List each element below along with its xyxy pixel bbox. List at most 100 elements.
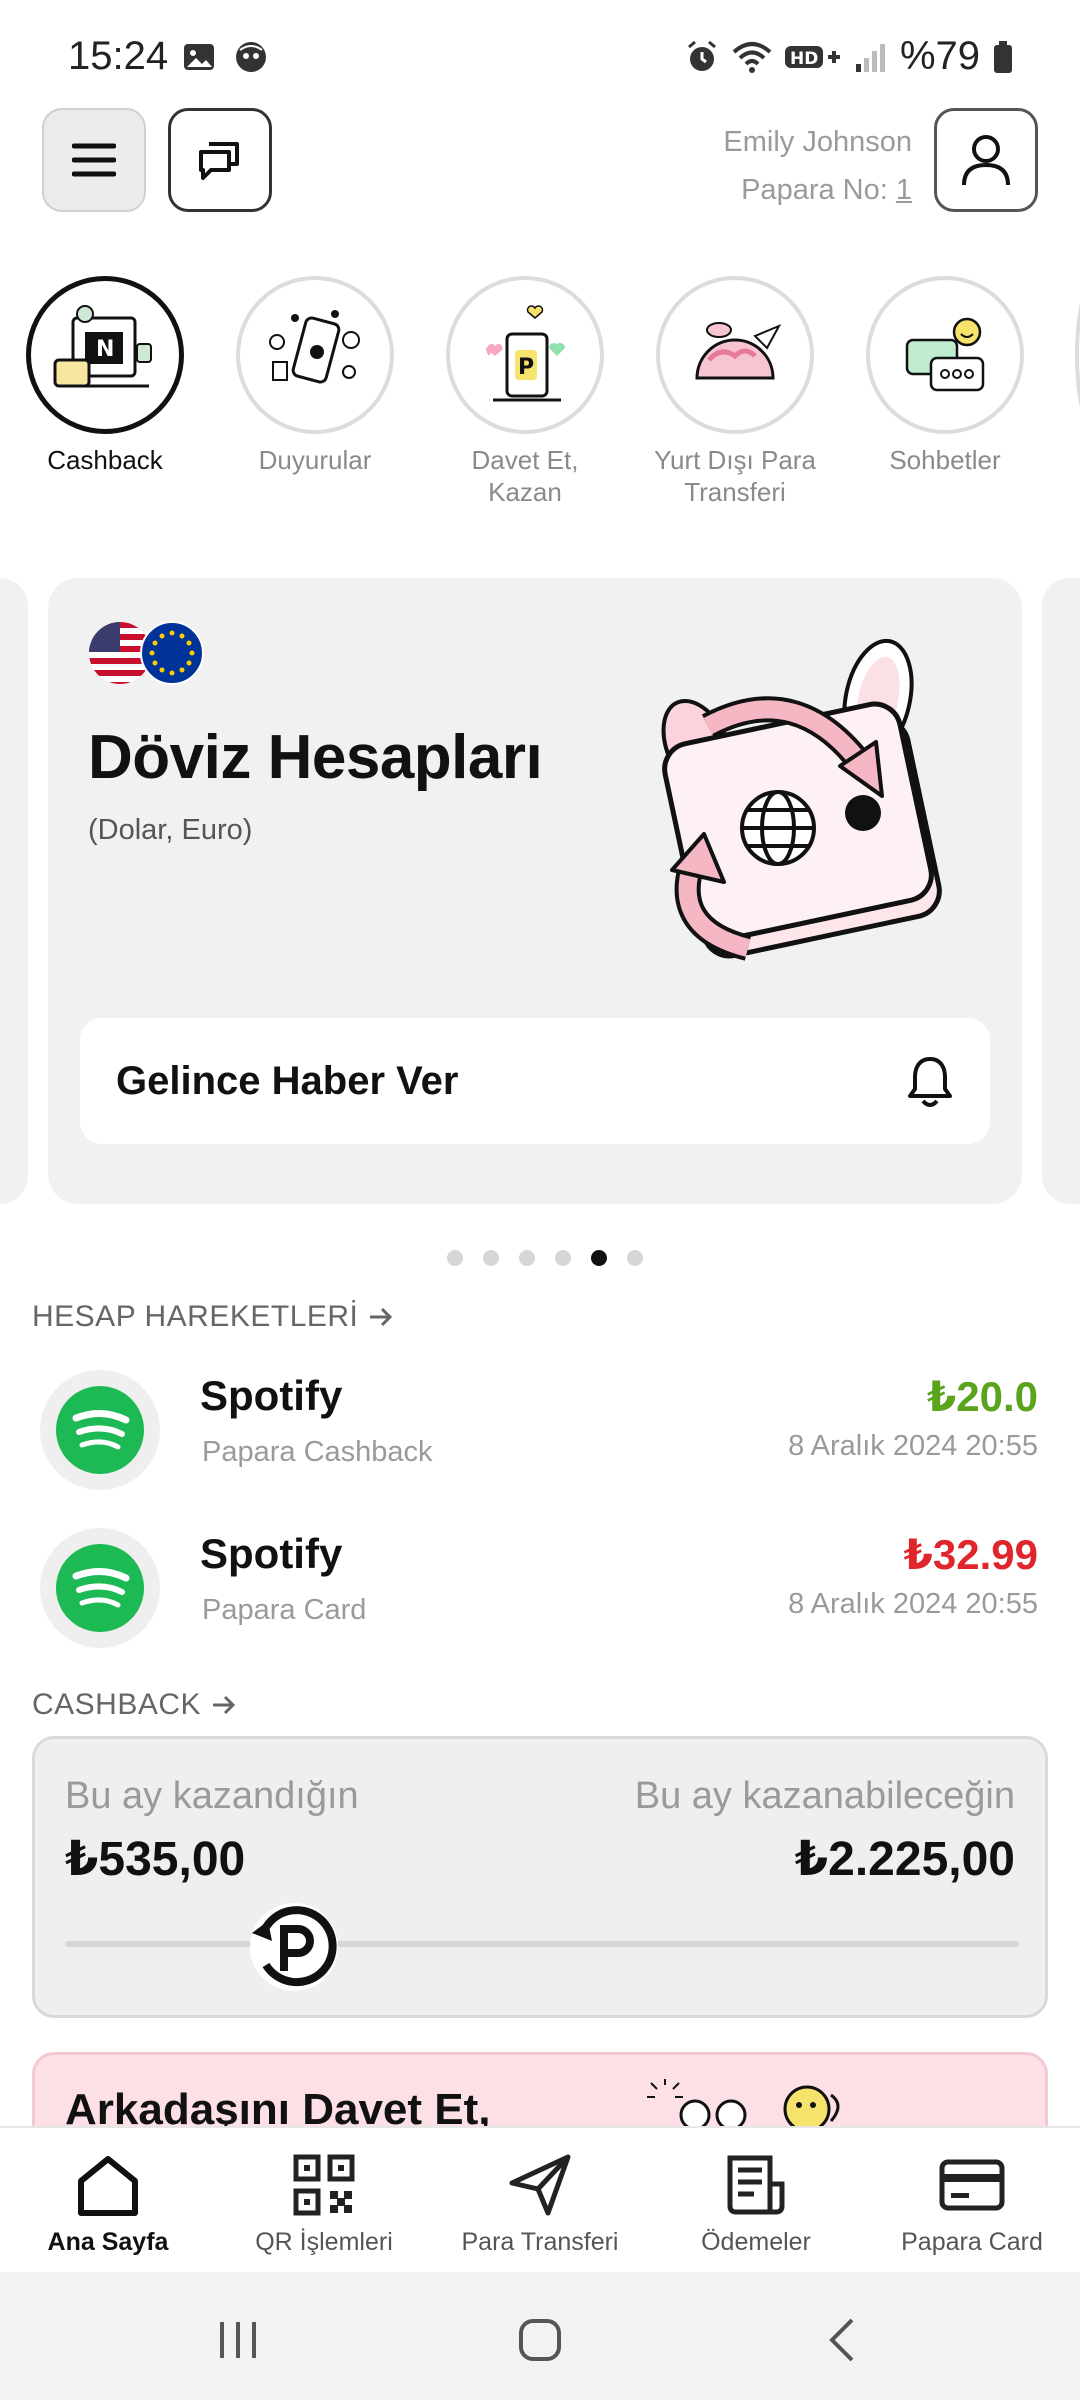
cashback-card[interactable]: Bu ay kazandığın Bu ay kazanabileceğin ₺…	[32, 1736, 1048, 2018]
profile-button[interactable]	[934, 108, 1038, 212]
carousel-dot[interactable]	[447, 1250, 463, 1266]
carousel-dot[interactable]	[627, 1250, 643, 1266]
carousel-dot[interactable]	[483, 1250, 499, 1266]
bottom-nav: Ana Sayfa QR İşlemleri Para Transferi Öd…	[0, 2126, 1080, 2272]
menu-button[interactable]	[42, 108, 146, 212]
story-label: Duyurular	[258, 445, 372, 475]
home-system-button[interactable]	[510, 2310, 570, 2370]
image-icon	[182, 40, 216, 79]
carousel-next-card[interactable]	[1042, 578, 1080, 1204]
cashback-progress-track	[65, 1941, 1019, 1947]
papara-number[interactable]: Papara No: 1	[723, 166, 912, 214]
transactions-heading[interactable]: HESAP HAREKETLERİ	[32, 1300, 394, 1334]
story-label: Cashback	[47, 445, 163, 475]
transaction-date: 8 Aralık 2024 20:55	[788, 1430, 1038, 1462]
nav-label: Ana Sayfa	[47, 2228, 169, 2256]
cashback-heading[interactable]: CASHBACK	[32, 1688, 237, 1722]
papara-cashback-icon	[244, 1897, 344, 1997]
carousel-dot[interactable]	[519, 1250, 535, 1266]
alarm-icon	[684, 39, 720, 75]
user-info: Emily Johnson Papara No: 1	[723, 118, 912, 214]
recent-apps-icon	[220, 2322, 256, 2358]
transaction-name: Spotify	[200, 1372, 343, 1419]
carousel-dots	[0, 1250, 1080, 1266]
story-yurt-disi[interactable]: Yurt Dışı Para Transferi	[650, 276, 820, 508]
earned-value: ₺535,00	[65, 1833, 246, 1886]
transaction-name: Spotify	[200, 1530, 343, 1577]
transaction-source: Papara Card	[202, 1594, 367, 1626]
svg-text:N: N	[96, 337, 114, 362]
home-icon	[78, 2156, 138, 2216]
bell-icon	[908, 1057, 952, 1107]
chat-button[interactable]	[168, 108, 272, 212]
user-icon	[962, 135, 1010, 186]
story-duyurular-image	[236, 276, 394, 434]
status-bar: 15:24 HD %79	[0, 0, 1080, 110]
potential-label: Bu ay kazanabileceğin	[634, 1775, 1015, 1817]
back-icon	[829, 2318, 854, 2362]
flags-icon	[88, 618, 208, 688]
face-icon	[234, 40, 268, 79]
signal-icon	[854, 40, 888, 74]
svg-text:P: P	[518, 355, 534, 380]
transaction-amount: ₺20.0	[927, 1373, 1038, 1420]
nav-label: QR İşlemleri	[255, 2228, 393, 2256]
earned-label: Bu ay kazandığın	[65, 1775, 359, 1817]
story-davet-et[interactable]: P Davet Et, Kazan	[440, 276, 610, 508]
notify-me-button[interactable]: Gelince Haber Ver	[80, 1018, 990, 1144]
battery-text: %79	[899, 34, 980, 78]
potential-value: ₺2.225,00	[794, 1833, 1015, 1886]
nav-label: Ödemeler	[701, 2228, 811, 2256]
story-label: Yurt Dışı Para Transferi	[654, 445, 816, 507]
promo-title: Döviz Hesapları	[88, 723, 543, 792]
wifi-icon	[732, 40, 772, 74]
stories-row: N Cashback Duyurular P Davet Et, Kazan Y…	[0, 276, 1080, 536]
story-davet-image: P	[446, 276, 604, 434]
back-button[interactable]	[812, 2310, 872, 2370]
recent-apps-button[interactable]	[208, 2310, 268, 2370]
home-circle-icon	[519, 2319, 561, 2361]
story-yurt-disi-image	[656, 276, 814, 434]
story-sohbetler[interactable]: Sohbetler	[860, 276, 1030, 476]
carousel-dot-active[interactable]	[591, 1250, 607, 1266]
bill-icon	[727, 2155, 785, 2215]
arrow-right-icon	[213, 1695, 236, 1715]
nav-label: Para Transferi	[461, 2228, 619, 2256]
arrow-right-icon	[370, 1307, 393, 1327]
nav-para-transferi[interactable]: Para Transferi	[432, 2128, 648, 2272]
qr-icon	[293, 2154, 355, 2216]
story-cashback[interactable]: N Cashback	[20, 276, 190, 476]
story-sohbetler-image	[866, 276, 1024, 434]
spotify-logo	[40, 1528, 160, 1648]
promo-card-doviz[interactable]: Döviz Hesapları (Dolar, Euro) Gelince Ha…	[48, 578, 1022, 1204]
system-nav-bar	[0, 2272, 1080, 2400]
battery-icon	[992, 40, 1014, 74]
papara-number-value[interactable]: 1	[896, 174, 912, 206]
spotify-logo	[40, 1370, 160, 1490]
carousel-prev-card[interactable]	[0, 578, 28, 1204]
nav-ana-sayfa[interactable]: Ana Sayfa	[0, 2128, 216, 2272]
transaction-row[interactable]: Spotify Papara Cashback ₺20.0 8 Aralık 2…	[0, 1362, 1080, 1492]
svg-text:HD: HD	[790, 49, 818, 69]
currency-exchange-illustration	[628, 638, 958, 968]
card-icon	[939, 2159, 1005, 2211]
carousel-dot[interactable]	[555, 1250, 571, 1266]
hamburger-icon	[72, 143, 116, 177]
transaction-source: Papara Cashback	[202, 1436, 433, 1468]
story-next-partial[interactable]	[1075, 276, 1080, 434]
hd-plus-icon: HD	[784, 40, 842, 74]
transaction-amount: ₺32.99	[903, 1531, 1038, 1578]
story-duyurular[interactable]: Duyurular	[230, 276, 400, 476]
nav-odemeler[interactable]: Ödemeler	[648, 2128, 864, 2272]
nav-papara-card[interactable]: Papara Card	[864, 2128, 1080, 2272]
story-label: Sohbetler	[889, 445, 1001, 475]
story-label: Davet Et, Kazan	[471, 445, 579, 507]
chat-icon	[199, 142, 239, 180]
transaction-row[interactable]: Spotify Papara Card ₺32.99 8 Aralık 2024…	[0, 1520, 1080, 1650]
send-icon	[509, 2154, 571, 2216]
nav-qr-islemleri[interactable]: QR İşlemleri	[216, 2128, 432, 2272]
transaction-date: 8 Aralık 2024 20:55	[788, 1588, 1038, 1620]
notify-me-label: Gelince Haber Ver	[116, 1058, 459, 1103]
user-name: Emily Johnson	[723, 126, 912, 158]
promo-subtitle: (Dolar, Euro)	[88, 814, 253, 846]
